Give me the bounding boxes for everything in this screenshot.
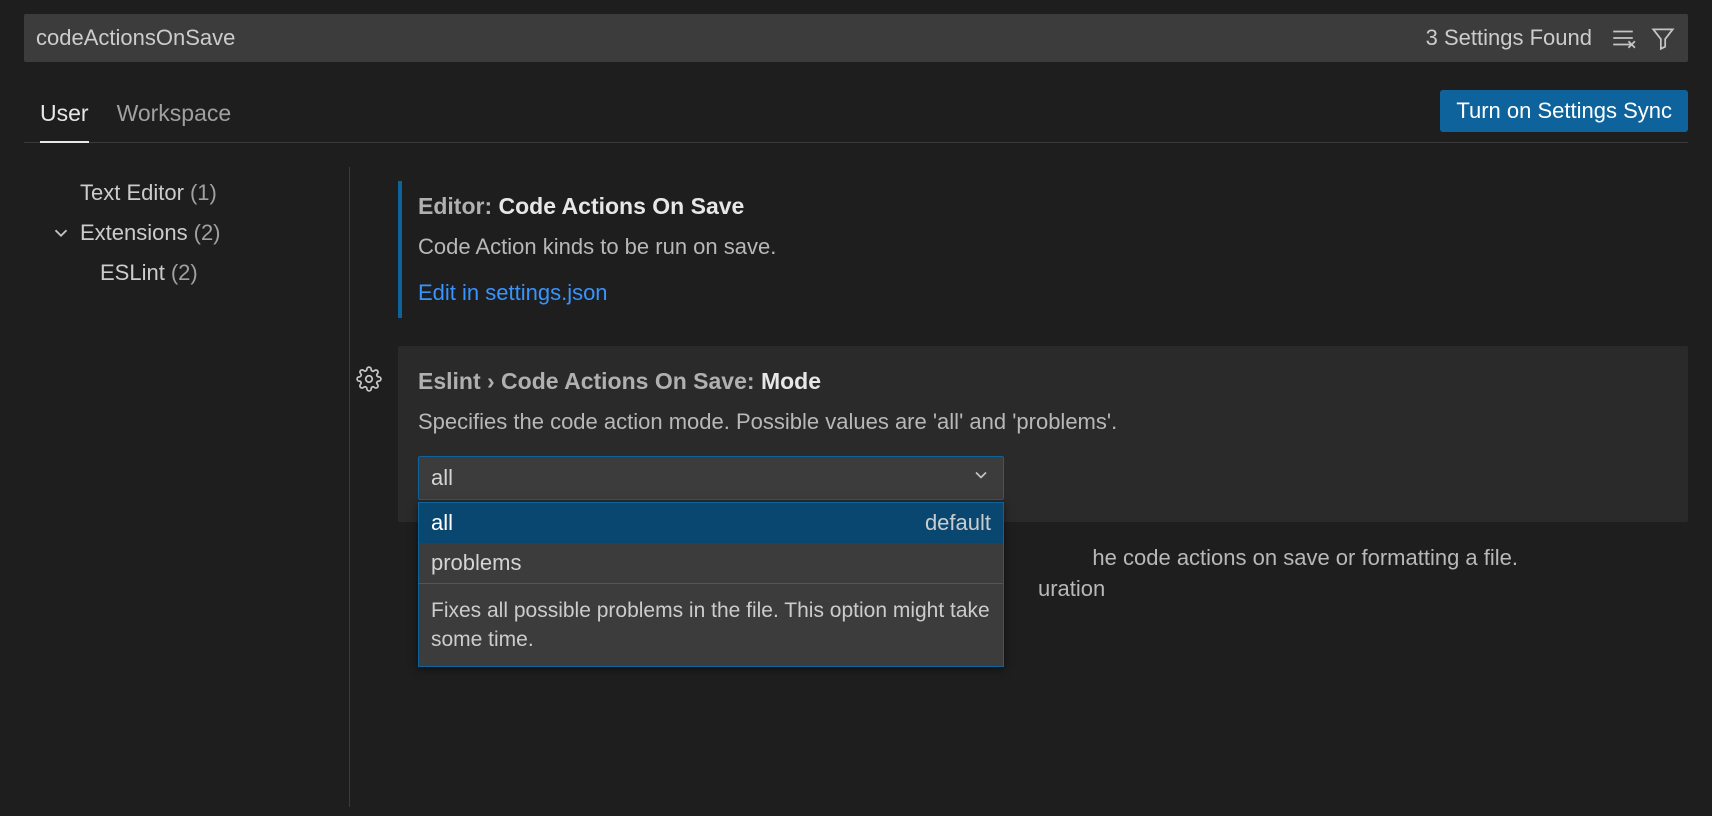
settings-scope-tabs: User Workspace Turn on Settings Sync: [24, 90, 1688, 143]
default-tag: default: [925, 510, 991, 536]
dropdown-option-all[interactable]: all default: [419, 503, 1003, 543]
setting-title: Eslint › Code Actions On Save: Mode: [418, 364, 1668, 399]
settings-sync-button[interactable]: Turn on Settings Sync: [1440, 90, 1688, 132]
settings-tree: Text Editor (1) Extensions (2) ESLint (2…: [0, 167, 350, 807]
setting-category: Editor:: [418, 193, 492, 219]
tab-user[interactable]: User: [40, 90, 89, 143]
setting-name: Code Actions On Save: [499, 193, 745, 219]
settings-main: Text Editor (1) Extensions (2) ESLint (2…: [0, 167, 1712, 807]
setting-description: Specifies the code action mode. Possible…: [418, 407, 1668, 438]
search-action-icons: [1610, 25, 1676, 51]
settings-search-bar: 3 Settings Found: [24, 14, 1688, 62]
dropdown-selected-value: all: [431, 465, 453, 491]
setting-eslint-code-actions-on-save-mode: Eslint › Code Actions On Save: Mode Spec…: [398, 346, 1688, 521]
tree-item-extensions[interactable]: Extensions (2): [0, 213, 349, 253]
setting-title: Editor: Code Actions On Save: [418, 189, 1668, 224]
tree-item-label: Text Editor: [80, 180, 184, 206]
tree-item-label: ESLint: [100, 260, 165, 286]
edit-in-settings-json-link[interactable]: Edit in settings.json: [418, 280, 608, 306]
filter-icon[interactable]: [1650, 25, 1676, 51]
mode-dropdown-button[interactable]: all: [418, 456, 1004, 500]
dropdown-option-description: Fixes all possible problems in the file.…: [419, 583, 1003, 667]
setting-editor-code-actions-on-save: Editor: Code Actions On Save Code Action…: [398, 171, 1688, 328]
setting-name: Mode: [761, 368, 821, 394]
tree-item-text-editor[interactable]: Text Editor (1): [0, 173, 349, 213]
gear-icon[interactable]: [356, 366, 382, 398]
tree-item-count: (2): [171, 260, 198, 286]
clear-search-icon[interactable]: [1610, 25, 1636, 51]
tree-item-eslint[interactable]: ESLint (2): [0, 253, 349, 293]
tab-workspace[interactable]: Workspace: [117, 90, 232, 142]
dropdown-option-problems[interactable]: problems: [419, 543, 1003, 583]
mode-dropdown-list: all default problems Fixes all possible …: [418, 502, 1004, 668]
tree-item-label: Extensions: [80, 220, 188, 246]
option-label: problems: [431, 550, 521, 576]
modified-indicator: [398, 181, 402, 318]
option-label: all: [431, 510, 453, 536]
chevron-down-icon: [50, 222, 72, 244]
settings-found-count: 3 Settings Found: [1426, 25, 1592, 51]
setting-category: Eslint › Code Actions On Save:: [418, 368, 755, 394]
chevron-down-icon: [971, 465, 991, 491]
mode-dropdown: all all default problems Fixes: [418, 456, 1004, 500]
setting-description: Code Action kinds to be run on save.: [418, 232, 1668, 263]
tree-item-count: (1): [190, 180, 217, 206]
settings-list: Editor: Code Actions On Save Code Action…: [350, 167, 1712, 807]
tree-item-count: (2): [194, 220, 221, 246]
settings-search-input[interactable]: [36, 25, 1426, 51]
